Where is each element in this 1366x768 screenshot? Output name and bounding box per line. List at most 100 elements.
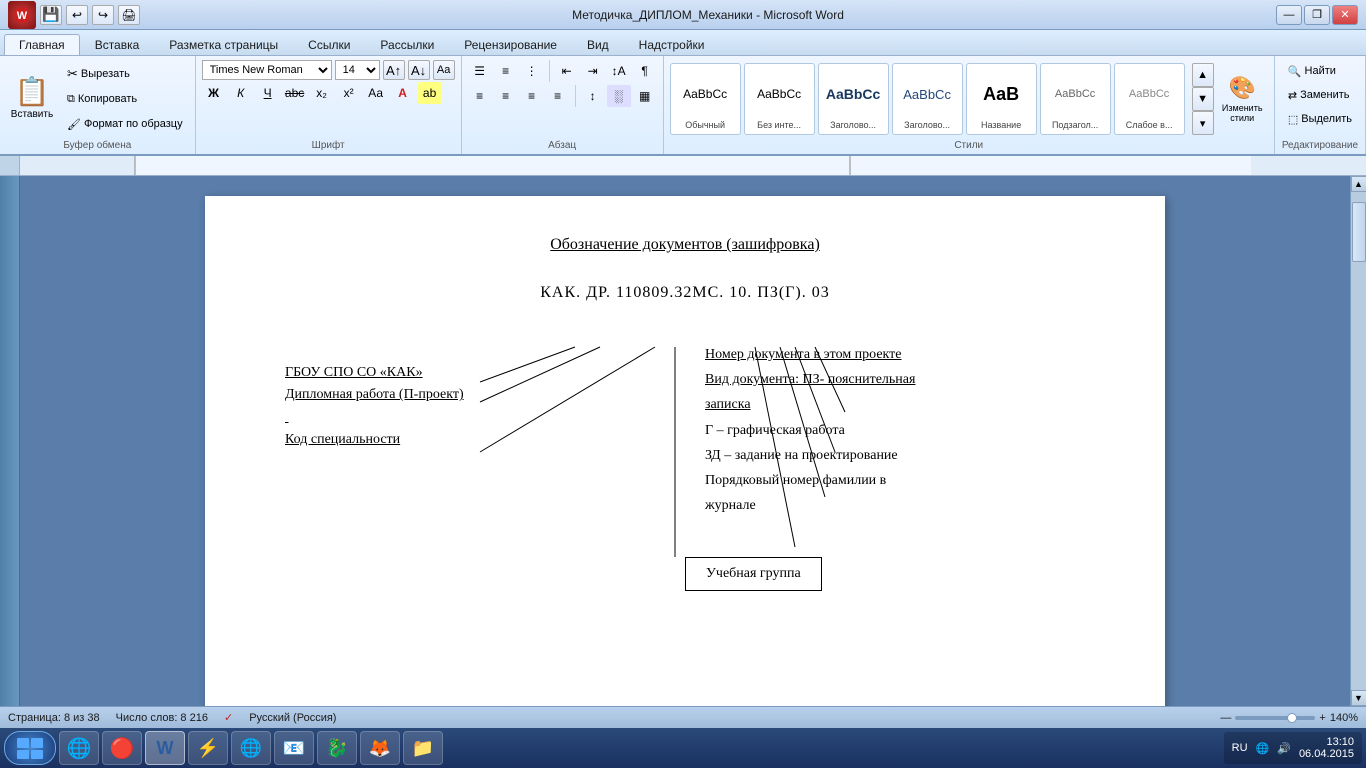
increase-indent-btn[interactable]: ⇥	[581, 60, 605, 82]
tab-view[interactable]: Вид	[572, 34, 624, 55]
style-title[interactable]: AaB Название	[966, 63, 1037, 135]
line-spacing-btn[interactable]: ↕	[581, 85, 605, 107]
taskbar-app6[interactable]: 📁	[403, 731, 443, 765]
font-color-button[interactable]: A	[391, 82, 415, 104]
italic-button[interactable]: К	[229, 82, 253, 104]
quick-save-btn[interactable]: 💾	[40, 5, 62, 25]
app4-icon: 🐉	[326, 738, 348, 759]
paste-button[interactable]: 📋 Вставить	[6, 63, 58, 135]
taskbar-app3[interactable]: 📧	[274, 731, 314, 765]
style-subtle[interactable]: AaBbCc Слабое в...	[1114, 63, 1185, 135]
styles-scroll-up[interactable]: ▲	[1192, 63, 1214, 87]
shading-btn[interactable]: ░	[607, 85, 631, 107]
sort-btn[interactable]: ↕A	[607, 60, 631, 82]
superscript-button[interactable]: x²	[337, 82, 361, 104]
taskbar-app5[interactable]: 🦊	[360, 731, 400, 765]
taskbar-browser2[interactable]: 🔴	[102, 731, 142, 765]
restore-button[interactable]: ❐	[1304, 5, 1330, 25]
taskbar-word[interactable]: W	[145, 731, 185, 765]
paste-icon: 📋	[15, 78, 50, 106]
decrease-indent-btn[interactable]: ⇤	[555, 60, 579, 82]
volume-icon[interactable]: 🔊	[1277, 742, 1291, 755]
office-button[interactable]: W	[8, 1, 36, 29]
taskbar-app1[interactable]: ⚡	[188, 731, 228, 765]
tab-page-layout[interactable]: Разметка страницы	[154, 34, 293, 55]
replace-icon: ⇄	[1288, 89, 1297, 102]
start-button[interactable]	[4, 731, 56, 765]
scroll-thumb[interactable]	[1352, 202, 1366, 262]
change-styles-icon: 🎨	[1229, 75, 1256, 101]
find-button[interactable]: 🔍 Найти	[1281, 60, 1343, 82]
font-size-select[interactable]: 14	[335, 60, 380, 80]
justify-btn[interactable]: ≡	[546, 85, 570, 107]
undo-btn[interactable]: ↩	[66, 5, 88, 25]
bold-button[interactable]: Ж	[202, 82, 226, 104]
tab-review[interactable]: Рецензирование	[449, 34, 572, 55]
scroll-down-btn[interactable]: ▼	[1351, 690, 1366, 706]
style-heading2[interactable]: AaBbCc Заголово...	[892, 63, 963, 135]
taskbar-browser1[interactable]: 🌐	[59, 731, 99, 765]
ribbon-tabs: Главная Вставка Разметка страницы Ссылки…	[0, 30, 1366, 56]
close-button[interactable]: ✕	[1332, 5, 1358, 25]
select-button[interactable]: ⬚ Выделить	[1281, 108, 1359, 130]
multilevel-button[interactable]: ⋮	[520, 60, 544, 82]
scroll-up-btn[interactable]: ▲	[1351, 176, 1366, 192]
tab-home[interactable]: Главная	[4, 34, 80, 55]
replace-button[interactable]: ⇄ Заменить	[1281, 84, 1357, 106]
zoom-slider[interactable]	[1235, 716, 1315, 720]
cut-button[interactable]: ✂ Вырезать	[61, 63, 189, 85]
app2-icon: 🌐	[240, 738, 262, 759]
tab-insert[interactable]: Вставка	[80, 34, 155, 55]
align-left-btn[interactable]: ≡	[468, 85, 492, 107]
grow-font-btn[interactable]: A↑	[383, 60, 405, 80]
taskbar-app4[interactable]: 🐉	[317, 731, 357, 765]
title-bar-left: W 💾 ↩ ↪ 🖨	[8, 1, 140, 29]
borders-btn[interactable]: ▦	[633, 85, 657, 107]
taskbar-app2[interactable]: 🌐	[231, 731, 271, 765]
redo-btn[interactable]: ↪	[92, 5, 114, 25]
minimize-button[interactable]: —	[1276, 5, 1302, 25]
bullets-button[interactable]: ☰	[468, 60, 492, 82]
vertical-scrollbar[interactable]: ▲ ▼	[1350, 176, 1366, 706]
app3-icon: 📧	[283, 738, 305, 759]
change-case-button[interactable]: Аа	[364, 82, 388, 104]
annotation-serial2: журнале	[705, 493, 1085, 518]
highlight-button[interactable]: ab	[418, 82, 442, 104]
shrink-font-btn[interactable]: A↓	[408, 60, 430, 80]
format-painter-button[interactable]: 🖌 Формат по образцу	[61, 113, 189, 135]
paragraph-group: ☰ ≡ ⋮ ⇤ ⇥ ↕A ¶ ≡ ≡ ≡ ≡ ↕ ░ ▦ Абзац	[462, 56, 664, 154]
ruler-marks	[20, 156, 1366, 175]
tab-references[interactable]: Ссылки	[293, 34, 365, 55]
scroll-track[interactable]	[1351, 192, 1366, 690]
styles-more[interactable]: ▾	[1192, 111, 1214, 135]
print-btn[interactable]: 🖨	[118, 5, 140, 25]
zoom-out-icon[interactable]: —	[1220, 712, 1231, 724]
style-heading1[interactable]: AaBbCc Заголово...	[818, 63, 889, 135]
style-subtitle[interactable]: AaBbCc Подзагол...	[1040, 63, 1111, 135]
numbering-button[interactable]: ≡	[494, 60, 518, 82]
tab-addins[interactable]: Надстройки	[624, 34, 720, 55]
align-center-btn[interactable]: ≡	[494, 85, 518, 107]
font-name-select[interactable]: Times New Roman	[202, 60, 332, 80]
zoom-thumb[interactable]	[1287, 713, 1297, 723]
clock[interactable]: 13:10 06.04.2015	[1299, 736, 1354, 760]
style-no-spacing-preview: AaBbCc	[749, 68, 810, 120]
align-right-btn[interactable]: ≡	[520, 85, 544, 107]
zoom-in-icon[interactable]: +	[1319, 712, 1325, 724]
zoom-control[interactable]: — + 140%	[1220, 712, 1358, 724]
strikethrough-button[interactable]: аbc	[283, 82, 307, 104]
styles-scroll-down[interactable]: ▼	[1192, 87, 1214, 111]
lang-indicator[interactable]: RU	[1232, 742, 1248, 754]
spell-check-icon: ✓	[224, 711, 233, 724]
style-normal[interactable]: AaBbCc Обычный	[670, 63, 741, 135]
subscript-button[interactable]: x₂	[310, 82, 334, 104]
separator2	[575, 85, 576, 107]
tab-mailings[interactable]: Рассылки	[365, 34, 449, 55]
clear-format-btn[interactable]: Aa	[433, 60, 455, 80]
underline-button[interactable]: Ч	[256, 82, 280, 104]
style-no-spacing[interactable]: AaBbCc Без инте...	[744, 63, 815, 135]
right-annotations: Номер документа в этом проекте Вид докум…	[705, 342, 1085, 518]
copy-button[interactable]: ⧉ Копировать	[61, 88, 189, 110]
show-marks-btn[interactable]: ¶	[633, 60, 657, 82]
change-styles-button[interactable]: 🎨 Изменить стили	[1217, 63, 1268, 135]
